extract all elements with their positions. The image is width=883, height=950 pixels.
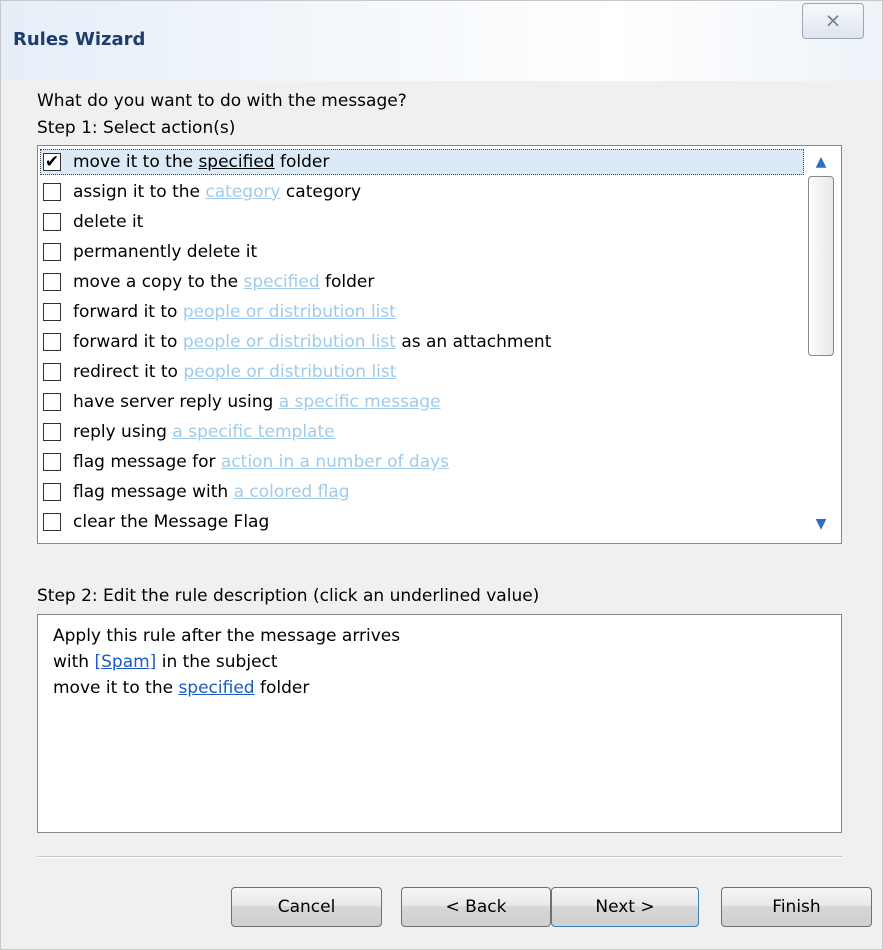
close-button[interactable]: ⨯: [802, 3, 864, 39]
action-text-part: flag message with: [73, 482, 234, 502]
action-value-link: specified: [243, 272, 320, 292]
description-line: Apply this rule after the message arrive…: [53, 623, 841, 649]
action-item[interactable]: clear the Message Flag: [40, 509, 804, 535]
action-text-part: forward it to: [73, 302, 183, 322]
action-text: forward it to people or distribution lis…: [73, 332, 551, 352]
action-value-link: action in a number of days: [220, 452, 450, 472]
description-value-link[interactable]: [Spam]: [94, 652, 156, 672]
action-item[interactable]: flag message for action in a number of d…: [40, 449, 804, 475]
action-item[interactable]: have server reply using a specific messa…: [40, 389, 804, 415]
rules-wizard-dialog: Rules Wizard ⨯ What do you want to do wi…: [0, 0, 883, 950]
action-text-part: redirect it to: [73, 362, 184, 382]
action-item[interactable]: redirect it to people or distribution li…: [40, 359, 804, 385]
action-item[interactable]: assign it to the category category: [40, 179, 804, 205]
action-text-part: folder: [274, 152, 330, 172]
action-text-part: as an attachment: [395, 332, 552, 352]
description-text-part: in the subject: [156, 652, 278, 672]
action-checkbox[interactable]: [43, 333, 61, 351]
action-text-part: flag message for: [73, 452, 221, 472]
action-text: clear the Message Flag: [73, 512, 269, 532]
scroll-up-arrow-icon[interactable]: ▲: [808, 152, 834, 172]
description-text-part: move it to the: [53, 678, 179, 698]
next-button[interactable]: Next >: [551, 887, 699, 927]
action-text-part: delete it: [73, 212, 144, 232]
rule-description-box[interactable]: Apply this rule after the message arrive…: [37, 614, 842, 833]
action-value-link: a colored flag: [233, 482, 350, 502]
action-text: assign it to the category category: [73, 182, 361, 202]
action-item[interactable]: move a copy to the specified folder: [40, 269, 804, 295]
action-text-part: forward it to: [73, 332, 183, 352]
action-checkbox[interactable]: ✔: [43, 153, 61, 171]
action-text: move it to the specified folder: [73, 152, 329, 172]
action-value-link: a specific message: [278, 392, 441, 412]
action-text: move a copy to the specified folder: [73, 272, 374, 292]
question-label: What do you want to do with the message?: [37, 91, 407, 111]
action-value-link: specified: [198, 152, 275, 172]
action-checkbox[interactable]: [43, 213, 61, 231]
action-text-part: reply using: [73, 422, 173, 442]
action-value-link: people or distribution list: [183, 362, 397, 382]
action-checkbox[interactable]: [43, 183, 61, 201]
action-checkbox[interactable]: [43, 513, 61, 531]
action-item[interactable]: forward it to people or distribution lis…: [40, 299, 804, 325]
action-text-part: have server reply using: [73, 392, 279, 412]
cancel-button[interactable]: Cancel: [231, 887, 382, 927]
action-text: delete it: [73, 212, 143, 232]
description-text-part: folder: [254, 678, 310, 698]
action-text-part: category: [280, 182, 362, 202]
action-text: flag message with a colored flag: [73, 482, 350, 502]
action-text-part: clear the Message Flag: [73, 512, 270, 532]
step1-label: Step 1: Select action(s): [37, 118, 236, 138]
action-text: flag message for action in a number of d…: [73, 452, 449, 472]
finish-button[interactable]: Finish: [721, 887, 872, 927]
action-text-part: move it to the: [73, 152, 199, 172]
action-checkbox[interactable]: [43, 453, 61, 471]
action-text: permanently delete it: [73, 242, 257, 262]
action-checkbox[interactable]: [43, 243, 61, 261]
description-line: move it to the specified folder: [53, 675, 841, 701]
action-text: forward it to people or distribution lis…: [73, 302, 396, 322]
description-value-link[interactable]: specified: [178, 678, 254, 698]
action-checkbox[interactable]: [43, 423, 61, 441]
action-text-part: folder: [319, 272, 375, 292]
action-text-part: move a copy to the: [73, 272, 244, 292]
title-bar: Rules Wizard ⨯: [1, 1, 882, 81]
scrollbar-thumb[interactable]: [808, 176, 834, 356]
action-value-link: people or distribution list: [182, 332, 396, 352]
action-checkbox[interactable]: [43, 273, 61, 291]
action-text-part: permanently delete it: [73, 242, 258, 262]
action-text: reply using a specific template: [73, 422, 335, 442]
description-text-part: Apply this rule after the message arrive…: [53, 626, 401, 646]
close-icon: ⨯: [824, 8, 842, 32]
action-item[interactable]: permanently delete it: [40, 239, 804, 265]
action-checkbox[interactable]: [43, 483, 61, 501]
window-title: Rules Wizard: [13, 29, 146, 50]
action-value-link: people or distribution list: [182, 302, 396, 322]
rule-description-lines: Apply this rule after the message arrive…: [53, 623, 841, 701]
action-item[interactable]: flag message with a colored flag: [40, 479, 804, 505]
action-value-link: category: [205, 182, 281, 202]
action-value-link: a specific template: [172, 422, 335, 442]
action-item[interactable]: delete it: [40, 209, 804, 235]
action-text: redirect it to people or distribution li…: [73, 362, 396, 382]
separator: [37, 856, 842, 858]
description-line: with [Spam] in the subject: [53, 649, 841, 675]
action-checkbox[interactable]: [43, 303, 61, 321]
back-button[interactable]: < Back: [401, 887, 551, 927]
checkmark-icon: ✔: [44, 152, 60, 172]
step2-label: Step 2: Edit the rule description (click…: [37, 586, 540, 606]
scroll-down-arrow-icon[interactable]: ▼: [808, 514, 834, 534]
action-text-part: assign it to the: [73, 182, 206, 202]
action-checkbox[interactable]: [43, 393, 61, 411]
action-checkbox[interactable]: [43, 363, 61, 381]
action-text: have server reply using a specific messa…: [73, 392, 441, 412]
action-item[interactable]: reply using a specific template: [40, 419, 804, 445]
action-item[interactable]: forward it to people or distribution lis…: [40, 329, 804, 355]
action-list[interactable]: ✔ move it to the specified folder assign i…: [37, 145, 842, 544]
action-item[interactable]: ✔ move it to the specified folder: [40, 149, 804, 175]
description-text-part: with: [53, 652, 95, 672]
